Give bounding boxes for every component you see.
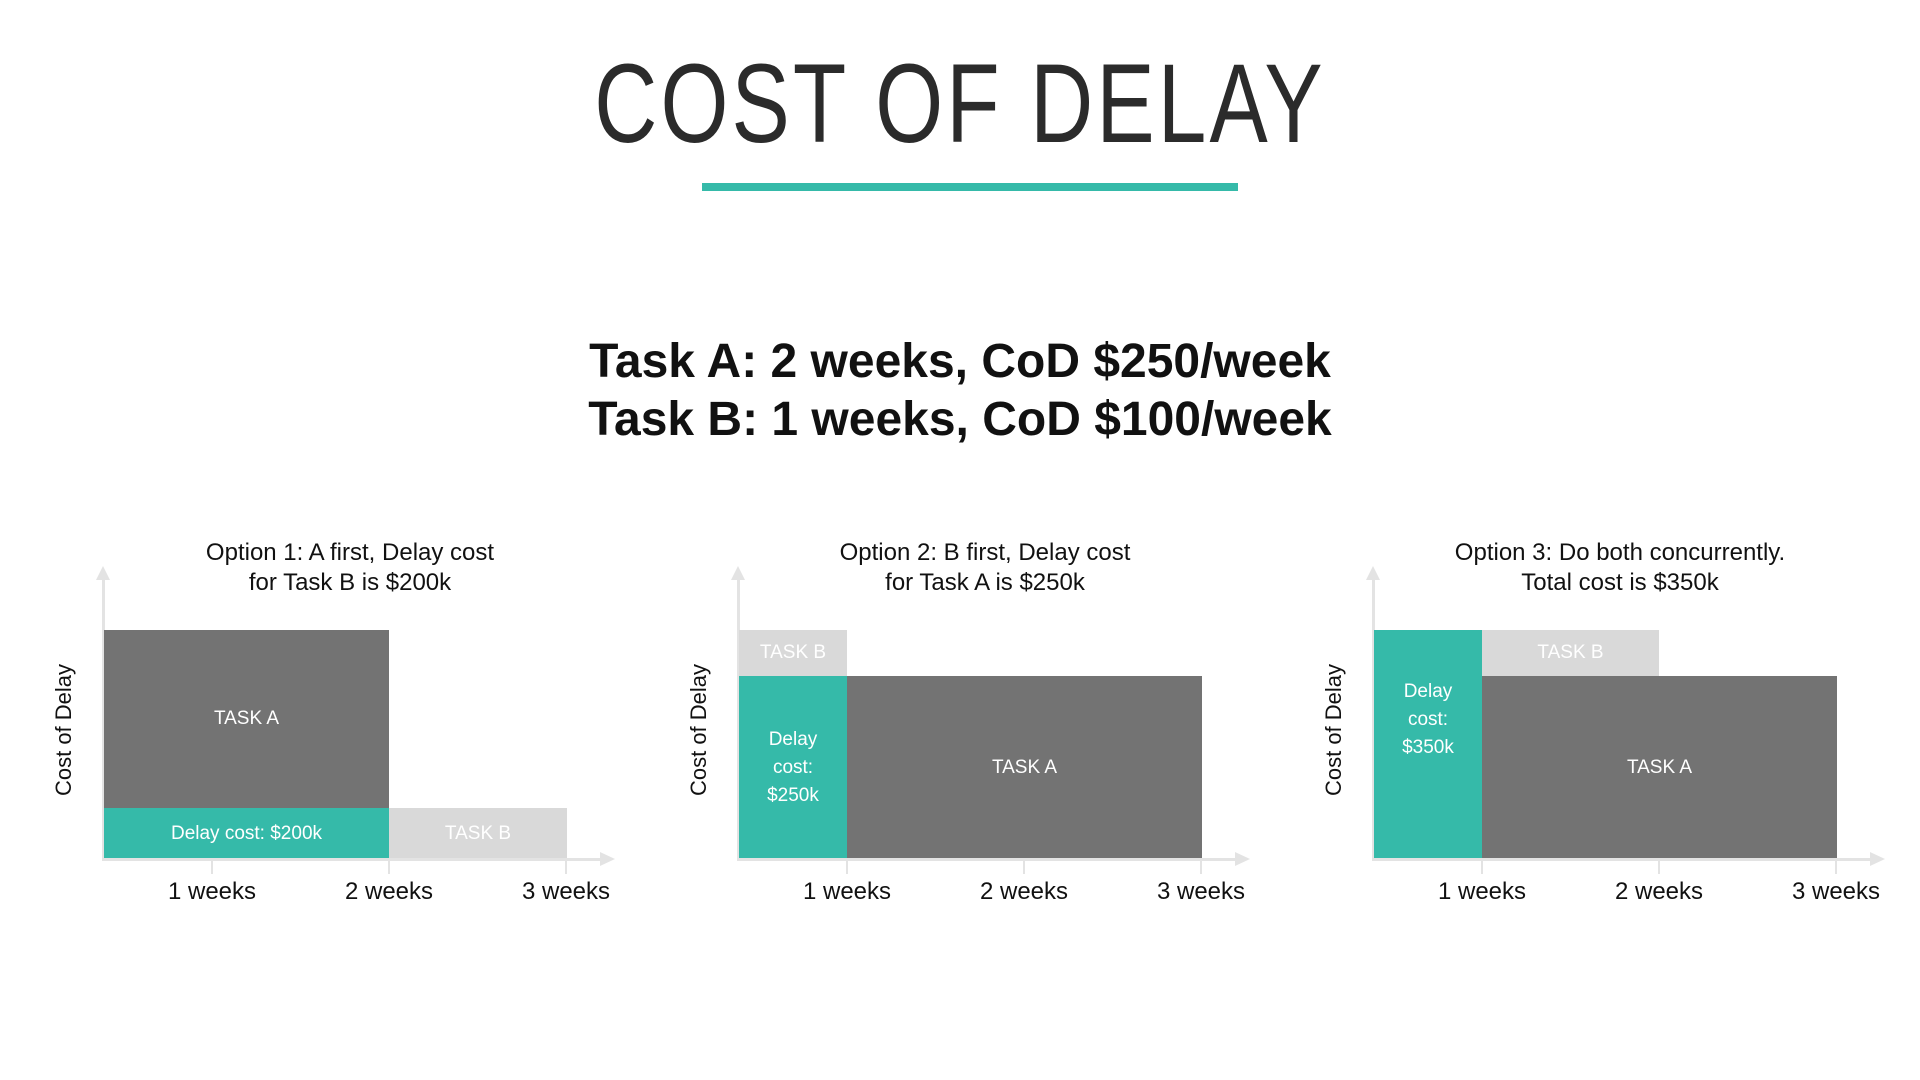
task-b-summary: Task B: 1 weeks, CoD $100/week <box>588 393 1332 446</box>
option-1-task-b-label: TASK B <box>444 823 512 844</box>
option-2-task-a-block: TASK A <box>847 676 1202 860</box>
option-2-delay-cost-line3: $250k <box>767 785 819 806</box>
option-3-x-axis-arrow <box>1870 852 1885 866</box>
option-3-caption: Option 3: Do both concurrently. Total co… <box>1370 538 1870 598</box>
option-1-x-axis-arrow <box>600 852 615 866</box>
option-3-tick-3 <box>1835 860 1837 874</box>
option-1-tick-2 <box>388 860 390 874</box>
option-2-tick-label-2: 2 weeks <box>979 878 1069 905</box>
option-3-delay-cost-line1: Delay <box>1403 681 1453 702</box>
option-3-diagram: Option 3: Do both concurrently. Total co… <box>1321 530 1920 930</box>
option-1-tick-label-3: 3 weeks <box>521 878 611 905</box>
option-3-delay-cost-line2: cost: <box>1407 709 1449 730</box>
option-2-x-axis-arrow <box>1235 852 1250 866</box>
option-1-tick-label-2: 2 weeks <box>344 878 434 905</box>
option-1-tick-label-1: 1 weeks <box>167 878 257 905</box>
option-2-y-axis-label: Cost of Delay <box>686 663 711 797</box>
option-2-caption-line2: for Task A is $250k <box>885 569 1085 596</box>
option-2-x-axis <box>737 858 1237 861</box>
option-1-task-b-block: TASK B <box>389 808 567 860</box>
option-1-task-a-block: TASK A <box>104 630 389 808</box>
option-3-tick-label-1: 1 weeks <box>1437 878 1527 905</box>
option-3-tick-1 <box>1481 860 1483 874</box>
option-1-caption: Option 1: A first, Delay cost for Task B… <box>100 538 600 598</box>
option-3-caption-line2: Total cost is $350k <box>1521 569 1719 596</box>
option-3-x-axis <box>1372 858 1872 861</box>
option-2-delay-cost-line1: Delay <box>768 729 818 750</box>
option-3-y-axis-label: Cost of Delay <box>1321 663 1346 797</box>
option-3-delay-cost-block: Delay cost: $350k <box>1374 630 1482 860</box>
option-1-task-a-label: TASK A <box>213 708 280 729</box>
option-2-task-b-block: TASK B <box>739 630 847 676</box>
option-2-tick-3 <box>1200 860 1202 874</box>
option-3-tick-label-3: 3 weeks <box>1791 878 1881 905</box>
option-2-tick-1 <box>846 860 848 874</box>
task-a-summary: Task A: 2 weeks, CoD $250/week <box>589 335 1331 388</box>
option-2-task-a-label: TASK A <box>991 757 1058 778</box>
option-3-delay-cost-line3: $350k <box>1402 737 1454 758</box>
option-3-task-b-label: TASK B <box>1537 642 1604 663</box>
option-2-caption-line1: Option 2: B first, Delay cost <box>839 539 1131 566</box>
option-1-delay-cost-block: Delay cost: $200k <box>104 808 389 860</box>
option-3-task-b-block: TASK B <box>1482 630 1659 676</box>
option-2-caption: Option 2: B first, Delay cost for Task A… <box>735 538 1235 598</box>
option-2-delay-cost-block: Delay cost: $250k <box>739 676 847 860</box>
option-2-diagram: Option 2: B first, Delay cost for Task A… <box>686 530 1315 930</box>
option-3-y-axis-arrow <box>1366 566 1380 580</box>
option-3-task-a-block: TASK A <box>1482 676 1837 860</box>
option-1-x-axis <box>102 858 602 861</box>
title-underline <box>702 183 1238 191</box>
option-1-tick-1 <box>211 860 213 874</box>
option-2-delay-cost-line2: cost: <box>772 757 814 778</box>
page-title: COST OF DELAY <box>594 41 1326 166</box>
option-1-caption-line1: Option 1: A first, Delay cost <box>205 539 495 566</box>
option-1-caption-line2: for Task B is $200k <box>248 569 452 596</box>
option-2-y-axis-arrow <box>731 566 745 580</box>
option-3-tick-label-2: 2 weeks <box>1614 878 1704 905</box>
option-1-y-axis-label: Cost of Delay <box>51 663 76 797</box>
option-3-tick-2 <box>1658 860 1660 874</box>
option-1-delay-cost-label: Delay cost: $200k <box>170 823 323 844</box>
option-1-diagram: Option 1: A first, Delay cost for Task B… <box>51 530 680 930</box>
option-1-tick-3 <box>565 860 567 874</box>
option-1-y-axis-arrow <box>96 566 110 580</box>
option-3-caption-line1: Option 3: Do both concurrently. <box>1454 539 1786 566</box>
option-2-task-b-label: TASK B <box>759 642 827 663</box>
option-3-task-a-label: TASK A <box>1626 757 1693 778</box>
option-2-tick-2 <box>1023 860 1025 874</box>
option-2-tick-label-3: 3 weeks <box>1156 878 1246 905</box>
option-2-tick-label-1: 1 weeks <box>802 878 892 905</box>
